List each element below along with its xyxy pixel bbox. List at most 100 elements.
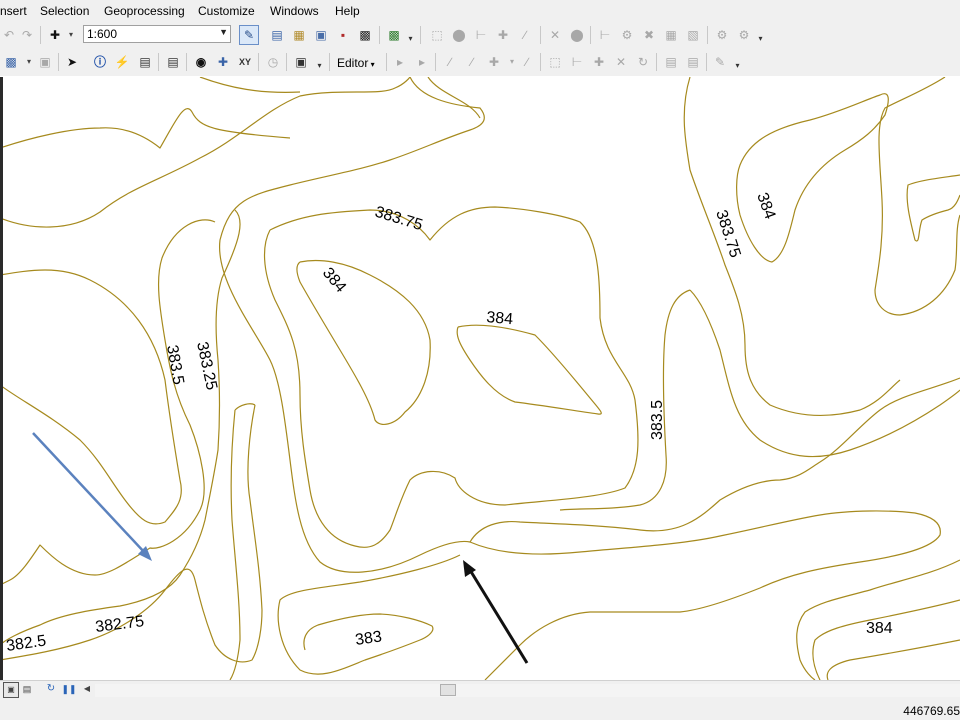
status-bar: 446769.65 xyxy=(0,700,960,720)
scrollbar-thumb[interactable] xyxy=(440,684,456,696)
redo-icon[interactable]: ↷ xyxy=(18,26,36,44)
toolbar-separator xyxy=(286,53,287,71)
menu-windows[interactable]: Windows xyxy=(270,4,319,18)
contour-line xyxy=(199,77,301,93)
chevron-down-icon[interactable]: ▼ xyxy=(219,27,228,37)
scroll-left-icon[interactable]: ◀ xyxy=(80,682,94,696)
toolbar-separator xyxy=(540,26,541,44)
contour-map: 383.75 383.75 384 384 384 383.5 383.25 3… xyxy=(3,77,960,680)
create-features-icon[interactable]: ✎ xyxy=(711,53,729,71)
horizontal-scrollbar[interactable] xyxy=(95,684,960,697)
contour-line xyxy=(3,77,411,228)
toolbar-overflow-icon[interactable]: ▾ xyxy=(407,34,414,44)
map-scale-input[interactable] xyxy=(87,26,212,42)
contour-line xyxy=(263,206,639,548)
contour-label-384-top-right: 384 xyxy=(753,191,778,222)
find-icon[interactable]: ◉ xyxy=(192,53,210,71)
contour-label-382-5: 382.5 xyxy=(5,633,47,655)
menu-help[interactable]: Help xyxy=(335,4,360,18)
toolbar-separator xyxy=(158,53,159,71)
topology-edit-icon[interactable]: ⬚ xyxy=(428,26,446,44)
edit-tool-icon[interactable]: ▸ xyxy=(391,53,409,71)
contour-line xyxy=(296,259,431,426)
map-scale-combobox[interactable]: ▼ xyxy=(83,25,231,43)
chevron-down-icon: ▾ xyxy=(368,60,375,69)
map-view[interactable]: 383.75 383.75 384 384 384 383.5 383.25 3… xyxy=(0,77,960,680)
edit-vertices-icon[interactable]: ⬚ xyxy=(546,53,564,71)
python-window-icon[interactable]: ▩ xyxy=(356,26,374,44)
contour-line xyxy=(469,510,941,680)
time-slider-icon[interactable]: ◷ xyxy=(264,53,282,71)
layout-view-icon[interactable]: ▤ xyxy=(20,682,34,696)
gear-icon[interactable]: ⚙ xyxy=(713,26,731,44)
edit-annotation-icon[interactable]: ▸ xyxy=(413,53,431,71)
rotate-icon[interactable]: ↻ xyxy=(634,53,652,71)
topology-fix-icon[interactable]: ⚙ xyxy=(618,26,636,44)
contour-label-384-center: 384 xyxy=(486,309,514,328)
chevron-down-icon[interactable]: ▾ xyxy=(62,26,80,44)
identify-icon[interactable]: ⓘ xyxy=(91,53,109,71)
toolbar-separator xyxy=(435,53,436,71)
contour-label-383-25: 383.25 xyxy=(193,340,220,392)
contour-line xyxy=(456,324,602,415)
contour-line xyxy=(229,409,241,680)
clear-selection-icon[interactable]: ▣ xyxy=(36,53,54,71)
measure-icon[interactable]: ▤ xyxy=(164,53,182,71)
refresh-icon[interactable]: ↻ xyxy=(44,682,58,696)
contour-lines xyxy=(3,77,960,680)
select-features-icon[interactable]: ▩ xyxy=(2,53,20,71)
tools-toolbar: ▩ ▾ ▣ ➤ ⓘ ⚡ ▤ ▤ ◉ ✚ XY ◷ ▣ ▾ Editor ▾ ▸ … xyxy=(0,49,960,76)
toolbar-separator xyxy=(186,53,187,71)
topology-snap-icon[interactable]: ▦ xyxy=(662,26,680,44)
html-popup-icon[interactable]: ⚡ xyxy=(113,53,131,71)
topology-align-icon[interactable]: ∕ xyxy=(516,26,534,44)
menu-customize[interactable]: Customize xyxy=(198,4,255,18)
search-window-icon[interactable]: ▣ xyxy=(312,26,330,44)
toolbar-overflow-icon[interactable]: ▾ xyxy=(757,34,764,44)
split-icon[interactable]: ✕ xyxy=(612,53,630,71)
menu-selection[interactable]: Selection xyxy=(40,4,89,18)
topology-grid-icon[interactable]: ▧ xyxy=(684,26,702,44)
go-to-xy-icon[interactable]: XY xyxy=(236,53,254,71)
arc-segment-icon[interactable]: ∕ xyxy=(518,53,536,71)
find-route-icon[interactable]: ✚ xyxy=(214,53,232,71)
topology-error-icon[interactable]: ⊢ xyxy=(596,26,614,44)
toolbar-separator xyxy=(540,53,541,71)
straight-segment-icon[interactable]: ∕ xyxy=(441,53,459,71)
menu-insert[interactable]: nsert xyxy=(0,4,27,18)
topology-rule-icon[interactable]: ✕ xyxy=(546,26,564,44)
black-arrow-line xyxy=(468,569,529,664)
arctoolbox-icon[interactable]: ▪ xyxy=(334,26,352,44)
toolbar-separator xyxy=(420,26,421,44)
trace-icon[interactable]: ∕ xyxy=(463,53,481,71)
contour-label-383-75-center: 383.75 xyxy=(373,204,425,235)
model-builder-icon[interactable]: ▩ xyxy=(385,26,403,44)
gear-icon[interactable]: ⚙ xyxy=(735,26,753,44)
point-icon[interactable]: ✚ xyxy=(485,53,503,71)
topology-modify-icon[interactable]: ⬤ xyxy=(450,26,468,44)
editor-toolbar-icon[interactable]: ✎ xyxy=(239,25,259,45)
pause-drawing-icon[interactable]: ❚❚ xyxy=(61,682,76,696)
topology-split-icon[interactable]: ⊢ xyxy=(472,26,490,44)
select-elements-icon[interactable]: ➤ xyxy=(63,53,81,71)
create-viewer-window-icon[interactable]: ▣ xyxy=(292,53,310,71)
contour-line xyxy=(3,269,182,525)
catalog-icon[interactable]: ▦ xyxy=(290,26,308,44)
sketch-properties-icon[interactable]: ▤ xyxy=(684,53,702,71)
validate-topology-icon[interactable]: ⬤ xyxy=(568,26,586,44)
undo-icon[interactable]: ↶ xyxy=(0,26,18,44)
contour-label-383: 383 xyxy=(354,628,383,649)
table-of-contents-icon[interactable]: ▤ xyxy=(268,26,286,44)
data-view-icon[interactable]: ▣ xyxy=(3,682,19,698)
menu-geoprocessing[interactable]: Geoprocessing xyxy=(104,4,185,18)
attributes-icon[interactable]: ▤ xyxy=(662,53,680,71)
cut-polygons-icon[interactable]: ✚ xyxy=(590,53,608,71)
hyperlink-icon[interactable]: ▤ xyxy=(136,53,154,71)
topology-node-icon[interactable]: ✚ xyxy=(494,26,512,44)
toolbar-overflow-icon[interactable]: ▾ xyxy=(734,61,741,71)
editor-menu-button[interactable]: Editor ▾ xyxy=(337,54,375,72)
contour-label-383-5-left: 383.5 xyxy=(163,344,187,386)
reshape-icon[interactable]: ⊢ xyxy=(568,53,586,71)
toolbar-overflow-icon[interactable]: ▾ xyxy=(316,61,323,71)
topology-inspector-icon[interactable]: ✖ xyxy=(640,26,658,44)
